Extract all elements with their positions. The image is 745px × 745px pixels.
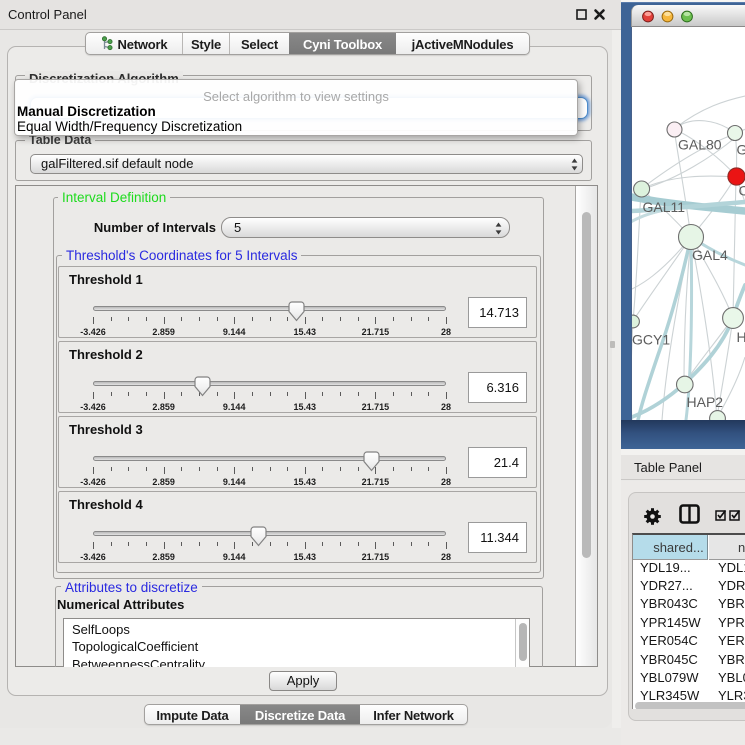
svg-text:GAL7: GAL7 <box>737 142 745 158</box>
svg-text:GAL11: GAL11 <box>643 199 686 215</box>
svg-text:HAP2: HAP2 <box>687 394 724 410</box>
svg-text:GAL4: GAL4 <box>692 247 728 263</box>
svg-text:GCY1: GCY1 <box>632 332 670 348</box>
svg-text:GAL80: GAL80 <box>678 137 722 153</box>
svg-text:CRP: CRP <box>739 183 745 199</box>
svg-text:HIS4: HIS4 <box>737 329 745 345</box>
